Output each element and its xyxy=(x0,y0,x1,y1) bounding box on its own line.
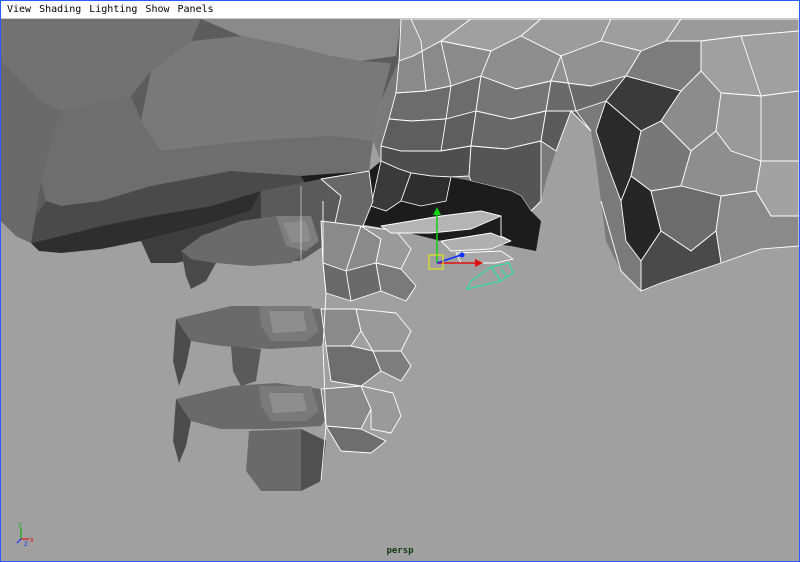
manip-z-arrow-icon[interactable] xyxy=(459,252,465,258)
scene-3d-view[interactable] xyxy=(1,19,799,561)
panel-menubar: View Shading Lighting Show Panels xyxy=(1,1,799,19)
camera-name-label: persp xyxy=(386,546,414,556)
axis-x-label: X xyxy=(30,537,34,544)
menu-panels[interactable]: Panels xyxy=(174,1,218,18)
menu-show[interactable]: Show xyxy=(141,1,173,18)
axis-gizmo: Y X Z xyxy=(16,522,34,547)
menu-view[interactable]: View xyxy=(1,1,35,18)
menu-shading[interactable]: Shading xyxy=(35,1,85,18)
menu-lighting[interactable]: Lighting xyxy=(85,1,141,18)
viewport-panel[interactable]: View Shading Lighting Show Panels Y X Z … xyxy=(0,0,800,562)
axis-y-label: Y xyxy=(18,522,22,529)
axis-z-line xyxy=(16,538,22,544)
